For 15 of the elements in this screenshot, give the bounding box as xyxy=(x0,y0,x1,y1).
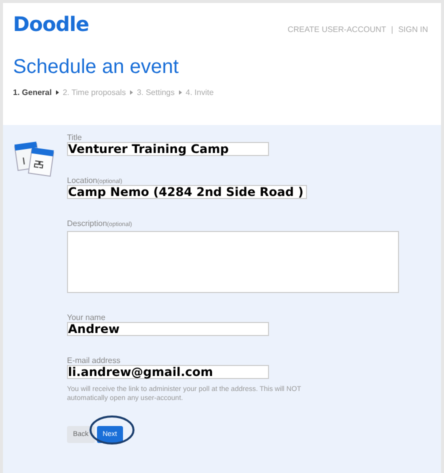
text-field[interactable]: Andrew xyxy=(67,322,269,336)
page-title: Schedule an event xyxy=(13,56,180,79)
field-label: E-mail address xyxy=(67,356,122,365)
doodle-logo[interactable]: Doodle xyxy=(13,12,89,36)
text-field[interactable]: li.andrew@gmail.com xyxy=(67,365,269,379)
text-field[interactable]: Camp Nemo (4284 2nd Side Road ) xyxy=(67,185,306,199)
text-field[interactable]: Venturer Training Camp xyxy=(67,142,269,156)
field-label: Title xyxy=(67,133,83,142)
triangle-icon xyxy=(56,90,59,95)
triangle-icon xyxy=(178,90,182,95)
link-separator: | xyxy=(391,25,394,34)
wizard-step[interactable]: 1. General xyxy=(13,88,52,97)
triangle-icon xyxy=(130,90,133,95)
description-field[interactable] xyxy=(67,231,399,293)
field-label: Your name xyxy=(67,313,106,322)
